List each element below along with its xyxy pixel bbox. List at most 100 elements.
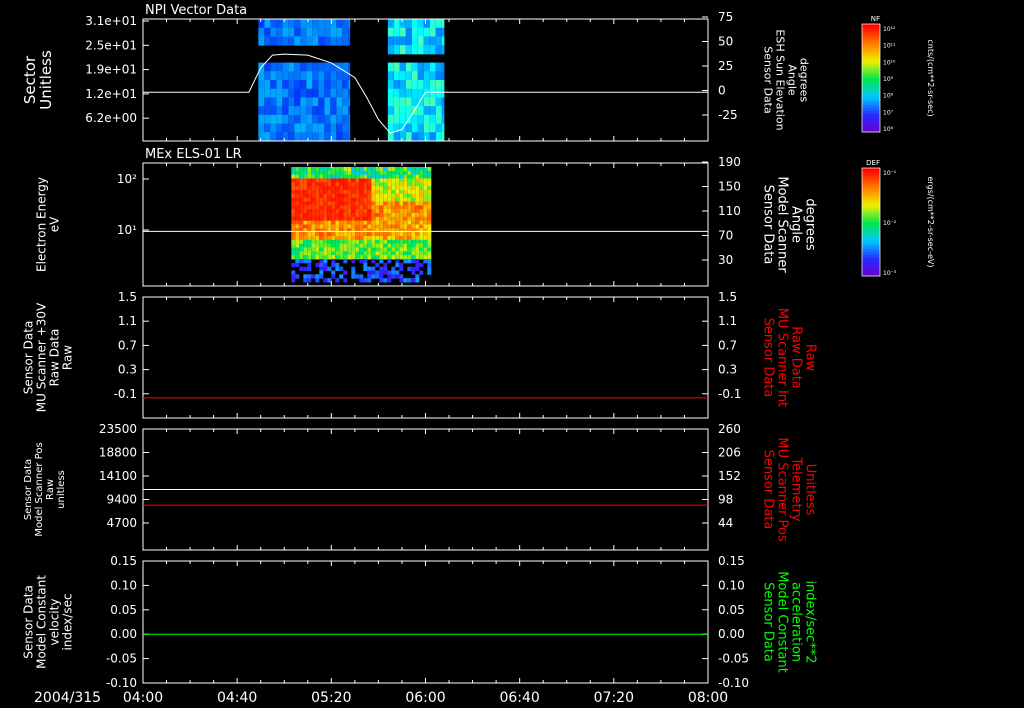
right-tick-label: 152 bbox=[718, 469, 741, 483]
figure: NPI Vector Data 3.1e+01 2.5e+01 1.9e+01 1.2e… bbox=[0, 0, 1024, 708]
svg-text:Sensor Data: Sensor Data bbox=[761, 318, 776, 398]
y-tick-label: 1.9e+01 bbox=[85, 63, 137, 77]
colorbar-tick-label: 10¹² bbox=[883, 26, 896, 33]
x-tick-label: 06:40 bbox=[499, 690, 539, 706]
x-tick-label: 07:20 bbox=[594, 690, 634, 706]
svg-text:index/sec: index/sec bbox=[61, 593, 75, 650]
y-tick-label: 0.10 bbox=[110, 578, 137, 592]
right-tick-label: 0.7 bbox=[718, 338, 737, 352]
spectrogram-block bbox=[387, 19, 445, 142]
right-tick-label: 110 bbox=[718, 204, 741, 218]
svg-text:Unitless: Unitless bbox=[803, 464, 818, 516]
y-tick-label: 2.5e+01 bbox=[85, 38, 137, 52]
x-tick-label: 08:00 bbox=[688, 690, 728, 706]
y-tick-label: 1.2e+01 bbox=[85, 87, 137, 101]
svg-text:Sensor Data: Sensor Data bbox=[22, 321, 36, 395]
svg-text:Raw: Raw bbox=[803, 344, 818, 372]
colorbar-units: cnts/(cm**2-sr-sec) bbox=[926, 39, 935, 116]
y-tick-label: 1.1 bbox=[118, 314, 137, 328]
y-tick-label: -0.10 bbox=[106, 676, 137, 690]
y-tick-label: -0.05 bbox=[106, 652, 137, 666]
right-tick-label: 260 bbox=[718, 422, 741, 436]
date-label: 2004/315 bbox=[34, 690, 101, 706]
colorbar-tick-label: 10⁶ bbox=[883, 126, 894, 133]
svg-text:Sensor Data: Sensor Data bbox=[761, 185, 776, 265]
colorbar-tick-label: 10¹⁰ bbox=[883, 59, 896, 66]
right-tick-label: 0.10 bbox=[718, 578, 745, 592]
right-tick-label: 1.5 bbox=[718, 290, 737, 304]
svg-text:Telemetry: Telemetry bbox=[789, 456, 804, 521]
svg-text:Model Scanner: Model Scanner bbox=[775, 176, 790, 273]
right-tick-label: 0.3 bbox=[718, 363, 737, 377]
right-tick-label: 44 bbox=[718, 516, 733, 530]
right-tick-label: 30 bbox=[718, 253, 733, 267]
svg-text:Model Constant: Model Constant bbox=[775, 571, 790, 673]
right-tick-label: 0.00 bbox=[718, 627, 745, 641]
x-tick-label: 05:20 bbox=[311, 690, 351, 706]
colorbar-tick-label: 10⁷ bbox=[883, 109, 894, 116]
panel-title: NPI Vector Data bbox=[145, 3, 247, 18]
y-tick-label: 0.00 bbox=[110, 627, 137, 641]
right-tick-label: 75 bbox=[718, 10, 733, 24]
colorbar-label: DEF bbox=[866, 159, 880, 167]
y-tick-label: 1.5 bbox=[118, 290, 137, 304]
svg-text:Unitless: Unitless bbox=[37, 50, 55, 110]
svg-text:Model Scanner Pos: Model Scanner Pos bbox=[34, 442, 45, 536]
svg-text:Raw: Raw bbox=[45, 479, 56, 500]
colorbar-tick-label: 10⁹ bbox=[883, 76, 894, 83]
svg-text:Angle: Angle bbox=[785, 64, 798, 96]
right-tick-label: -0.1 bbox=[718, 387, 741, 401]
svg-text:MU Scanner Int: MU Scanner Int bbox=[775, 308, 790, 407]
svg-text:Electron Energy: Electron Energy bbox=[35, 177, 49, 272]
svg-text:unitless: unitless bbox=[56, 470, 67, 509]
right-tick-label: -0.10 bbox=[718, 676, 749, 690]
right-tick-label: 0.15 bbox=[718, 554, 745, 568]
x-tick-label: 06:00 bbox=[405, 690, 445, 706]
y-tick-label: 0.3 bbox=[118, 363, 137, 377]
spectrogram-block bbox=[258, 19, 351, 142]
y-tick-label: 0.7 bbox=[118, 338, 137, 352]
x-tick-label: 04:00 bbox=[123, 690, 163, 706]
y-tick-label: 23500 bbox=[99, 422, 137, 436]
y-tick-label: 0.05 bbox=[110, 603, 137, 617]
right-tick-label: 50 bbox=[718, 35, 733, 49]
svg-text:Sensor Data: Sensor Data bbox=[761, 46, 774, 113]
svg-text:cnts/(cm**2-sr-sec): cnts/(cm**2-sr-sec) bbox=[926, 39, 935, 116]
svg-text:MU Scanner Pos: MU Scanner Pos bbox=[775, 437, 790, 542]
svg-text:degrees: degrees bbox=[797, 58, 810, 103]
right-tick-label: 25 bbox=[718, 59, 733, 73]
right-tick-label: 0 bbox=[718, 84, 726, 98]
colorbar-tick-label: 10⁻³ bbox=[883, 270, 897, 277]
colorbar-tick-label: 10¹¹ bbox=[883, 43, 896, 50]
right-tick-label: -25 bbox=[718, 108, 738, 122]
panel-title: MEx ELS-01 LR bbox=[145, 147, 242, 162]
svg-text:velocity: velocity bbox=[48, 599, 62, 646]
x-tick-label: 04:40 bbox=[217, 690, 257, 706]
y-axis-label: SectorUnitless bbox=[21, 50, 55, 110]
colorbar-units: ergs/(cm**2-sr-sec-eV) bbox=[926, 176, 935, 267]
svg-text:Model Constant: Model Constant bbox=[35, 575, 49, 669]
y-tick-label: 10¹ bbox=[117, 223, 137, 237]
svg-text:index/sec**2: index/sec**2 bbox=[803, 580, 818, 663]
svg-text:ergs/(cm**2-sr-sec-eV): ergs/(cm**2-sr-sec-eV) bbox=[926, 176, 935, 267]
svg-text:Sensor Data: Sensor Data bbox=[23, 459, 34, 520]
y-tick-label: 3.1e+01 bbox=[85, 14, 137, 28]
y-tick-label: 0.15 bbox=[110, 554, 137, 568]
colorbar-tick-label: 10⁸ bbox=[883, 93, 894, 100]
y-tick-label: 14100 bbox=[99, 469, 137, 483]
right-tick-label: 98 bbox=[718, 493, 733, 507]
right-tick-label: -0.05 bbox=[718, 652, 749, 666]
svg-text:acceleration: acceleration bbox=[789, 582, 804, 662]
colorbar-tick-label: 10⁻¹ bbox=[883, 170, 897, 177]
right-tick-label: 70 bbox=[718, 229, 733, 243]
right-tick-label: 150 bbox=[718, 180, 741, 194]
svg-text:MU Scanner +30V: MU Scanner +30V bbox=[35, 302, 49, 412]
colorbar-tick-label: 10⁻² bbox=[883, 220, 897, 227]
svg-text:Raw Data: Raw Data bbox=[48, 329, 62, 387]
svg-text:Sensor Data: Sensor Data bbox=[761, 582, 776, 662]
y-tick-label: -0.1 bbox=[114, 387, 137, 401]
right-tick-label: 206 bbox=[718, 446, 741, 460]
y-tick-label: 6.2e+00 bbox=[85, 111, 137, 125]
right-tick-label: 1.1 bbox=[718, 314, 737, 328]
right-axis-label: Sensor Data Model Constant acceleration ind… bbox=[761, 571, 818, 673]
